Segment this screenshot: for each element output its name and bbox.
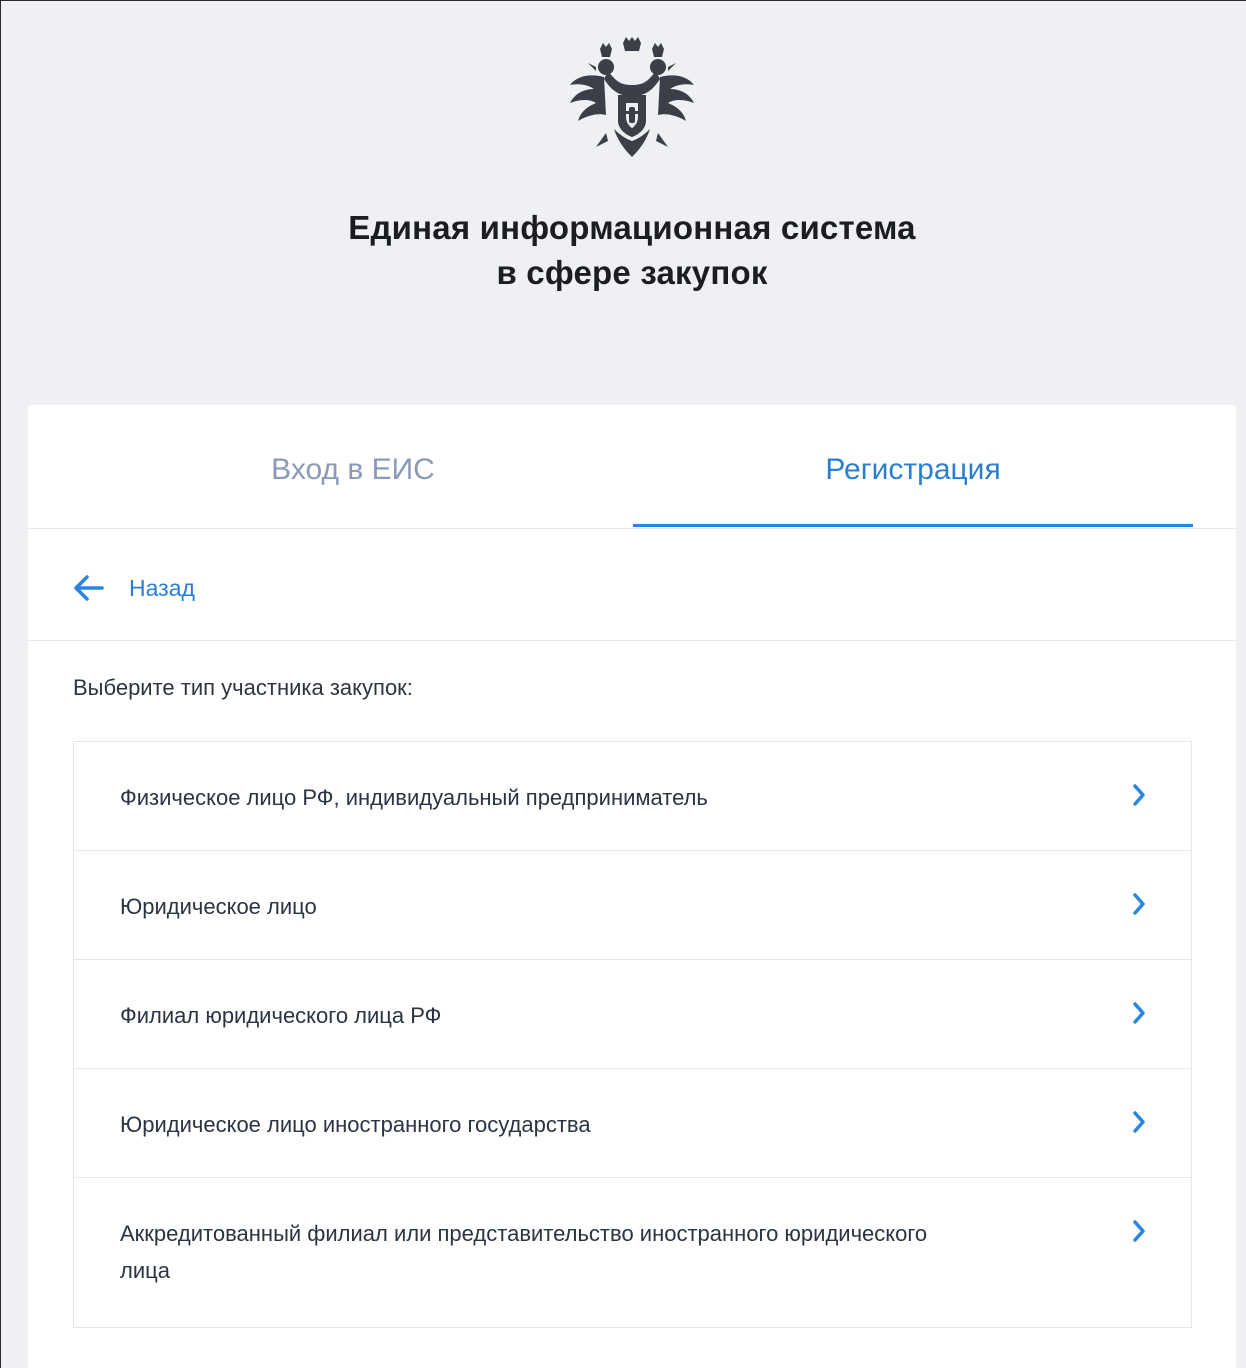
option-foreign-legal-entity[interactable]: Юридическое лицо иностранного государств… — [74, 1069, 1191, 1178]
option-accredited-foreign-branch[interactable]: Аккредитованный филиал или представитель… — [74, 1178, 1191, 1327]
coat-of-arms-icon — [570, 37, 694, 157]
participant-type-list: Физическое лицо РФ, индивидуальный предп… — [73, 741, 1192, 1328]
option-individual[interactable]: Физическое лицо РФ, индивидуальный предп… — [74, 742, 1191, 851]
chevron-right-icon — [1133, 1111, 1145, 1133]
active-tab-indicator — [633, 524, 1193, 527]
chevron-right-icon — [1133, 893, 1145, 915]
tab-bar: Вход в ЕИС Регистрация — [28, 405, 1236, 529]
participant-type-prompt: Выберите тип участника закупок: — [73, 675, 413, 700]
back-row: Назад — [28, 528, 1236, 641]
site-title-line1: Единая информационная система — [348, 209, 916, 246]
back-label: Назад — [129, 574, 195, 601]
option-label: Юридическое лицо иностранного государств… — [120, 1112, 591, 1137]
back-button[interactable]: Назад — [71, 568, 195, 608]
option-branch[interactable]: Филиал юридического лица РФ — [74, 960, 1191, 1069]
arrow-left-icon — [74, 575, 104, 601]
page-frame: Единая информационная система в сфере за… — [0, 0, 1246, 1368]
option-label: Филиал юридического лица РФ — [120, 1003, 442, 1028]
tab-registration[interactable]: Регистрация — [633, 405, 1193, 528]
tab-login[interactable]: Вход в ЕИС — [28, 405, 678, 528]
chevron-right-icon — [1133, 1002, 1145, 1024]
site-title: Единая информационная система в сфере за… — [1, 205, 1246, 295]
option-label: Юридическое лицо — [120, 894, 317, 919]
site-title-line2: в сфере закупок — [496, 254, 768, 291]
chevron-right-icon — [1133, 1220, 1145, 1242]
option-label: Физическое лицо РФ, индивидуальный предп… — [120, 785, 708, 810]
option-legal-entity[interactable]: Юридическое лицо — [74, 851, 1191, 960]
auth-card: Вход в ЕИС Регистрация Назад Выберите ти… — [28, 405, 1236, 1368]
option-label: Аккредитованный филиал или представитель… — [120, 1221, 928, 1283]
chevron-right-icon — [1133, 784, 1145, 806]
